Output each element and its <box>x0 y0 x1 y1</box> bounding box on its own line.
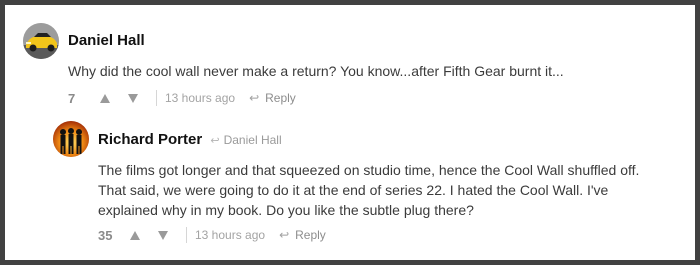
comment-body: Why did the cool wall never make a retur… <box>68 61 658 81</box>
comment-author: Richard Porter ↩ Daniel Hall <box>98 131 282 148</box>
reply-to-indicator[interactable]: ↩ Daniel Hall <box>210 133 281 147</box>
comment-text-line: Why did the cool wall never make a retur… <box>68 63 564 79</box>
divider <box>186 227 187 243</box>
reply-arrow-icon: ↩ <box>249 91 260 105</box>
comment-text-line: That said, we were going to do it at the… <box>98 182 609 198</box>
vote-score: 35 <box>98 227 113 243</box>
reply-label: Reply <box>295 228 326 242</box>
comment-body: The films got longer and that squeezed o… <box>98 160 678 220</box>
comment-text-line: The films got longer and that squeezed o… <box>98 162 640 178</box>
reply-button[interactable]: ↩ Reply <box>249 91 296 105</box>
comment-text-line: explained why in my book. Do you like th… <box>98 202 474 218</box>
avatar[interactable] <box>23 23 59 59</box>
downvote-arrow-icon[interactable] <box>158 230 168 240</box>
upvote-arrow-icon[interactable] <box>130 230 140 240</box>
comment-actions: 7 13 hours ago ↩ Reply <box>68 89 296 107</box>
comment-author[interactable]: Daniel Hall <box>68 32 145 49</box>
reply-label: Reply <box>265 91 296 105</box>
timestamp[interactable]: 13 hours ago <box>195 228 265 242</box>
reply-to-name: Daniel Hall <box>223 133 282 147</box>
three-silhouettes-avatar-icon <box>53 121 89 157</box>
avatar[interactable] <box>53 121 89 157</box>
reply-to-arrow-icon: ↩ <box>210 135 220 147</box>
author-name[interactable]: Richard Porter <box>98 131 202 148</box>
timestamp[interactable]: 13 hours ago <box>165 91 235 105</box>
divider <box>156 90 157 106</box>
reply-arrow-icon: ↩ <box>279 228 290 242</box>
vote-score: 7 <box>68 90 76 106</box>
yellow-car-avatar-icon <box>23 23 59 59</box>
comments-panel: Daniel Hall Why did the cool wall never … <box>5 5 695 260</box>
author-name[interactable]: Daniel Hall <box>68 32 145 49</box>
upvote-arrow-icon[interactable] <box>100 93 110 103</box>
downvote-arrow-icon[interactable] <box>128 93 138 103</box>
reply-button[interactable]: ↩ Reply <box>279 228 326 242</box>
comment-actions: 35 13 hours ago ↩ Reply <box>98 226 326 244</box>
